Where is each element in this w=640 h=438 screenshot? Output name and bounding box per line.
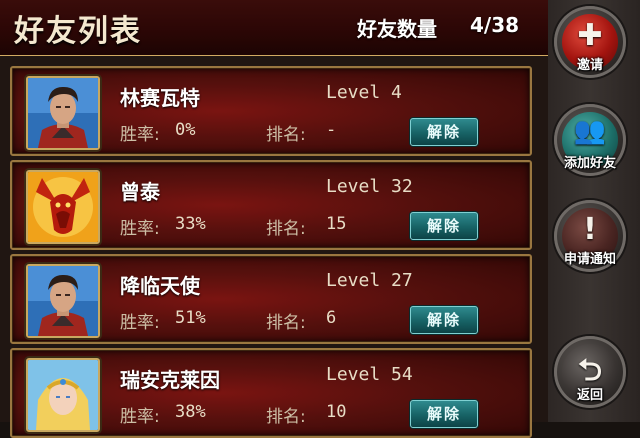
request-notice-button[interactable]: ! 申请通知 (548, 198, 632, 282)
friend-name: 降临天使 (120, 274, 200, 298)
remove-friend-button[interactable]: 解除 (410, 306, 478, 334)
friend-level: Level 27 (326, 270, 413, 291)
rank-label: 排名: (266, 313, 306, 333)
invite-button[interactable]: ✚ 邀请 (548, 4, 632, 88)
friend-level: Level 54 (326, 364, 413, 385)
rank-value: - (326, 120, 337, 140)
remove-friend-button[interactable]: 解除 (410, 118, 478, 146)
friend-count-label: 好友数量 (357, 17, 437, 41)
friend-name: 瑞安克莱因 (120, 368, 220, 392)
rank-value: 15 (326, 214, 347, 234)
win-rate-value: 0% (175, 120, 196, 140)
rank-label: 排名: (266, 219, 306, 239)
win-rate-label: 胜率: (120, 407, 160, 427)
friend-row: 林赛瓦特 Level 4 胜率: 0% 排名: - 解除 (10, 66, 532, 156)
plus-icon: ✚ (577, 18, 603, 53)
remove-friend-button[interactable]: 解除 (410, 400, 478, 428)
friend-row: 瑞安克莱因 Level 54 胜率: 38% 排名: 10 解除 (10, 348, 532, 438)
rank-value: 10 (326, 402, 347, 422)
warrior-avatar (26, 76, 100, 150)
friend-name: 曾泰 (120, 180, 160, 204)
win-rate-value: 51% (175, 308, 206, 328)
add-friend-button[interactable]: 👥 添加好友 (548, 102, 632, 186)
friend-level: Level 32 (326, 176, 413, 197)
friend-row: 曾泰 Level 32 胜率: 33% 排名: 15 解除 (10, 160, 532, 250)
win-rate-label: 胜率: (120, 125, 160, 145)
rank-label: 排名: (266, 407, 306, 427)
friend-level: Level 4 (326, 82, 402, 103)
win-rate-label: 胜率: (120, 219, 160, 239)
page-title: 好友列表 (14, 14, 142, 49)
friend-row: 降临天使 Level 27 胜率: 51% 排名: 6 解除 (10, 254, 532, 344)
priestess-avatar (26, 358, 100, 432)
add-friend-label: 添加好友 (563, 156, 616, 171)
add-friend-icon: 👥 (573, 116, 607, 146)
warrior-avatar (26, 264, 100, 338)
header-bar: 好友列表 好友数量 4/38 (0, 0, 548, 59)
friend-list: 林赛瓦特 Level 4 胜率: 0% 排名: - 解除 曾泰 Level 32… (0, 56, 548, 438)
win-rate-label: 胜率: (120, 313, 160, 333)
friend-name: 林赛瓦特 (120, 86, 200, 110)
exclamation-icon: ! (583, 212, 597, 247)
rank-value: 6 (326, 308, 337, 328)
invite-label: 邀请 (576, 58, 603, 73)
remove-friend-button[interactable]: 解除 (410, 212, 478, 240)
return-label: 返回 (576, 388, 603, 403)
request-notice-label: 申请通知 (563, 252, 616, 267)
rank-label: 排名: (266, 125, 306, 145)
win-rate-value: 38% (175, 402, 206, 422)
win-rate-value: 33% (175, 214, 206, 234)
dragon-avatar (26, 170, 100, 244)
friend-count-value: 4/38 (470, 13, 520, 37)
return-button[interactable]: ⮌ 返回 (548, 334, 632, 418)
